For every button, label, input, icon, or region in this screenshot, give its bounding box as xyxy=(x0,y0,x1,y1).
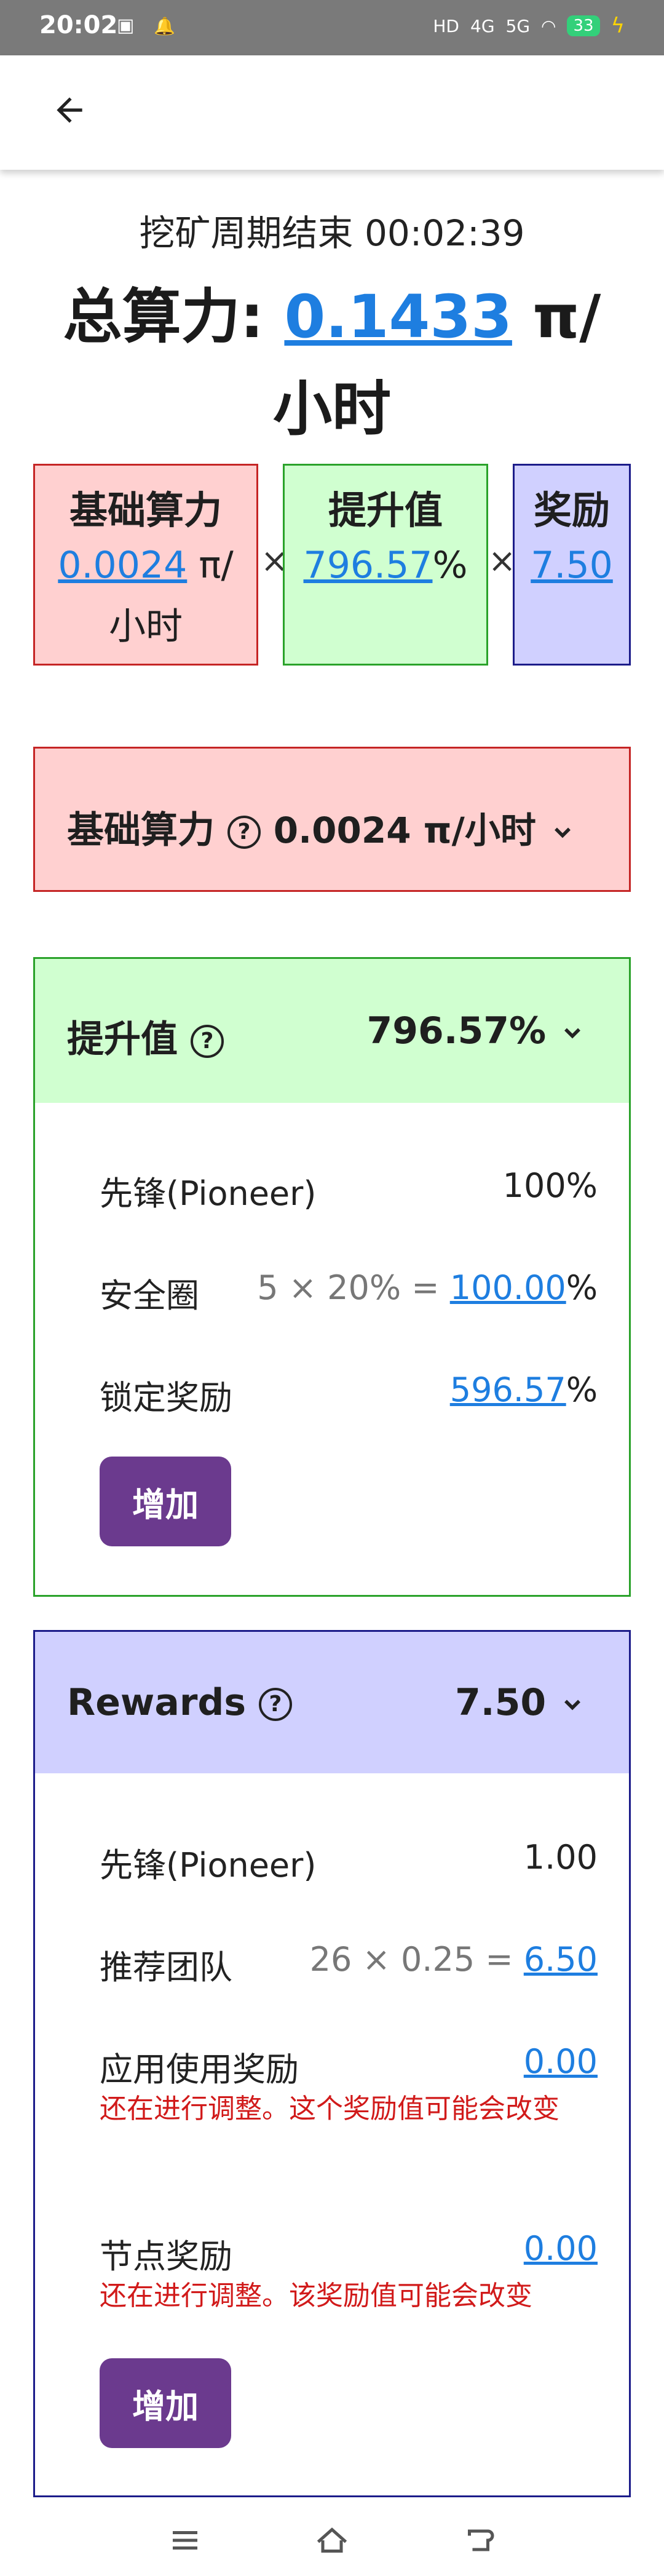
rewards-row-value: 1.00 xyxy=(523,1838,598,1877)
app-bar xyxy=(0,55,664,170)
base-rate-header: 基础算力 ? 0.0024 π/小时 xyxy=(67,800,576,854)
chevron-down-icon xyxy=(564,1028,580,1039)
boost-formula-title: 提升值 xyxy=(328,488,443,533)
multiply-symbol: × xyxy=(488,541,516,580)
base-rate-formula-box: 基础算力 0.0024 π/ 小时 xyxy=(33,464,258,666)
rewards-row-label: 推荐团队 xyxy=(100,1948,232,1987)
boost-row-pioneer: 先锋(Pioneer) 100% xyxy=(100,1166,598,1215)
rewards-row-link[interactable]: 0.00 xyxy=(524,2042,598,2081)
total-rate-label: 总算力: xyxy=(63,282,264,351)
charging-icon: ϟ xyxy=(611,14,625,38)
reward-formula-title: 奖励 xyxy=(533,488,610,533)
rewards-row-node: 节点奖励 0.00 xyxy=(100,2229,598,2278)
boost-formula-value: 796.57% xyxy=(285,535,486,596)
boost-section-value: 796.57% xyxy=(366,1009,547,1052)
battery-level: 33 xyxy=(567,15,600,36)
rewards-row-note: 还在进行调整。这个奖励值可能会改变 xyxy=(100,2093,559,2125)
rewards-increase-button[interactable]: 增加 xyxy=(100,2358,231,2448)
boost-increase-button[interactable]: 增加 xyxy=(100,1457,231,1546)
boost-row-suffix: % xyxy=(566,1370,598,1409)
base-rate-link[interactable]: 0.0024 xyxy=(58,544,187,587)
rewards-section-value: 7.50 xyxy=(455,1681,547,1724)
rewards-row-note: 还在进行调整。该奖励值可能会改变 xyxy=(100,2280,532,2312)
reward-formula-value: 7.50 xyxy=(515,535,629,596)
question-circle-icon[interactable]: ? xyxy=(227,816,261,849)
rewards-row-value-wrap: 26 × 0.25 = 6.50 xyxy=(310,1940,598,1979)
question-circle-icon[interactable]: ? xyxy=(190,1025,224,1059)
boost-row-label: 安全圈 xyxy=(100,1276,199,1315)
boost-section-title-wrap: 提升值 ? xyxy=(67,1009,224,1063)
boost-row-link[interactable]: 596.57 xyxy=(450,1370,566,1409)
base-rate-section[interactable]: 基础算力 ? 0.0024 π/小时 xyxy=(33,747,631,892)
rewards-row-link[interactable]: 0.00 xyxy=(524,2229,598,2268)
base-rate-formula-value: 0.0024 π/ 小时 xyxy=(35,535,256,658)
boost-row-value-wrap: 5 × 20% = 100.00% xyxy=(257,1268,598,1307)
rewards-row-app-usage: 应用使用奖励 0.00 xyxy=(100,2042,598,2091)
boost-section-title: 提升值 xyxy=(67,1018,178,1061)
base-rate-section-value: 0.0024 π/小时 xyxy=(273,809,536,851)
status-bar: 20:02 ▣ 🔔 HD 4G 5G ◠ 33 ϟ xyxy=(0,0,664,55)
base-rate-unit-b: 小时 xyxy=(109,605,183,648)
reward-link[interactable]: 7.50 xyxy=(531,544,613,587)
base-rate-formula-title: 基础算力 xyxy=(69,488,222,533)
boost-formula-box: 提升值 796.57% xyxy=(283,464,488,666)
rewards-row-pioneer: 先锋(Pioneer) 1.00 xyxy=(100,1838,598,1886)
boost-row-suffix: % xyxy=(566,1268,598,1307)
rewards-section-value-wrap: 7.50 xyxy=(455,1681,586,1724)
back-button[interactable] xyxy=(48,89,91,132)
rewards-row-label: 先锋(Pioneer) xyxy=(100,1846,317,1885)
total-rate-value[interactable]: 0.1433 xyxy=(284,282,512,351)
chevron-down-icon xyxy=(564,1699,580,1711)
question-circle-icon[interactable]: ? xyxy=(258,1688,292,1722)
boost-row-formula: 5 × 20% = xyxy=(257,1268,440,1307)
status-icons: HD 4G 5G ◠ 33 ϟ xyxy=(433,14,625,38)
boost-row-lockup: 锁定奖励 596.57% xyxy=(100,1370,598,1419)
5g-signal-label: 5G xyxy=(505,15,531,36)
wifi-icon: ◠ xyxy=(541,15,556,36)
bell-icon: 🔔 xyxy=(154,16,175,36)
rewards-row-formula: 26 × 0.25 = xyxy=(309,1940,513,1979)
hd-signal-label: HD xyxy=(433,15,459,36)
4g-signal-label: 4G xyxy=(470,15,495,36)
rewards-row-referral-team: 推荐团队 26 × 0.25 = 6.50 xyxy=(100,1940,598,1989)
base-rate-section-title: 基础算力 xyxy=(67,809,215,852)
status-time: 20:02 xyxy=(39,11,118,39)
back-nav-icon[interactable] xyxy=(459,2522,502,2559)
rewards-row-label: 节点奖励 xyxy=(100,2237,232,2276)
boost-section-header[interactable]: 提升值 ? 796.57% xyxy=(35,959,629,1103)
mining-session-timer: 挖矿周期结束 00:02:39 xyxy=(139,212,525,254)
rewards-row-link[interactable]: 6.50 xyxy=(524,1940,598,1979)
boost-link[interactable]: 796.57 xyxy=(304,544,433,587)
boost-row-security-circle: 安全圈 5 × 20% = 100.00% xyxy=(100,1268,598,1317)
boost-row-label: 先锋(Pioneer) xyxy=(100,1174,317,1213)
rewards-section-title-wrap: Rewards ? xyxy=(67,1681,292,1724)
reward-formula-box: 奖励 7.50 xyxy=(513,464,631,666)
base-rate-unit-a: π/ xyxy=(199,544,234,587)
boost-row-value: 100% xyxy=(502,1166,598,1205)
system-nav-bar xyxy=(0,2503,664,2576)
boost-unit: % xyxy=(432,544,468,587)
rewards-row-label: 应用使用奖励 xyxy=(100,2050,299,2089)
menu-icon[interactable] xyxy=(164,2522,207,2559)
app-notification-icon: ▣ xyxy=(117,15,135,36)
boost-row-link[interactable]: 100.00 xyxy=(450,1268,566,1307)
boost-row-value-wrap: 596.57% xyxy=(450,1370,598,1409)
arrow-left-icon xyxy=(57,97,82,123)
boost-row-label: 锁定奖励 xyxy=(100,1378,232,1417)
chevron-down-icon xyxy=(554,827,571,838)
home-icon[interactable] xyxy=(310,2522,354,2559)
total-mining-rate: 总算力: 0.1433 π/小时 xyxy=(55,271,609,455)
boost-section-value-wrap: 796.57% xyxy=(366,1009,586,1052)
rewards-section-header[interactable]: Rewards ? 7.50 xyxy=(35,1632,629,1773)
rewards-section-title: Rewards xyxy=(67,1681,247,1724)
